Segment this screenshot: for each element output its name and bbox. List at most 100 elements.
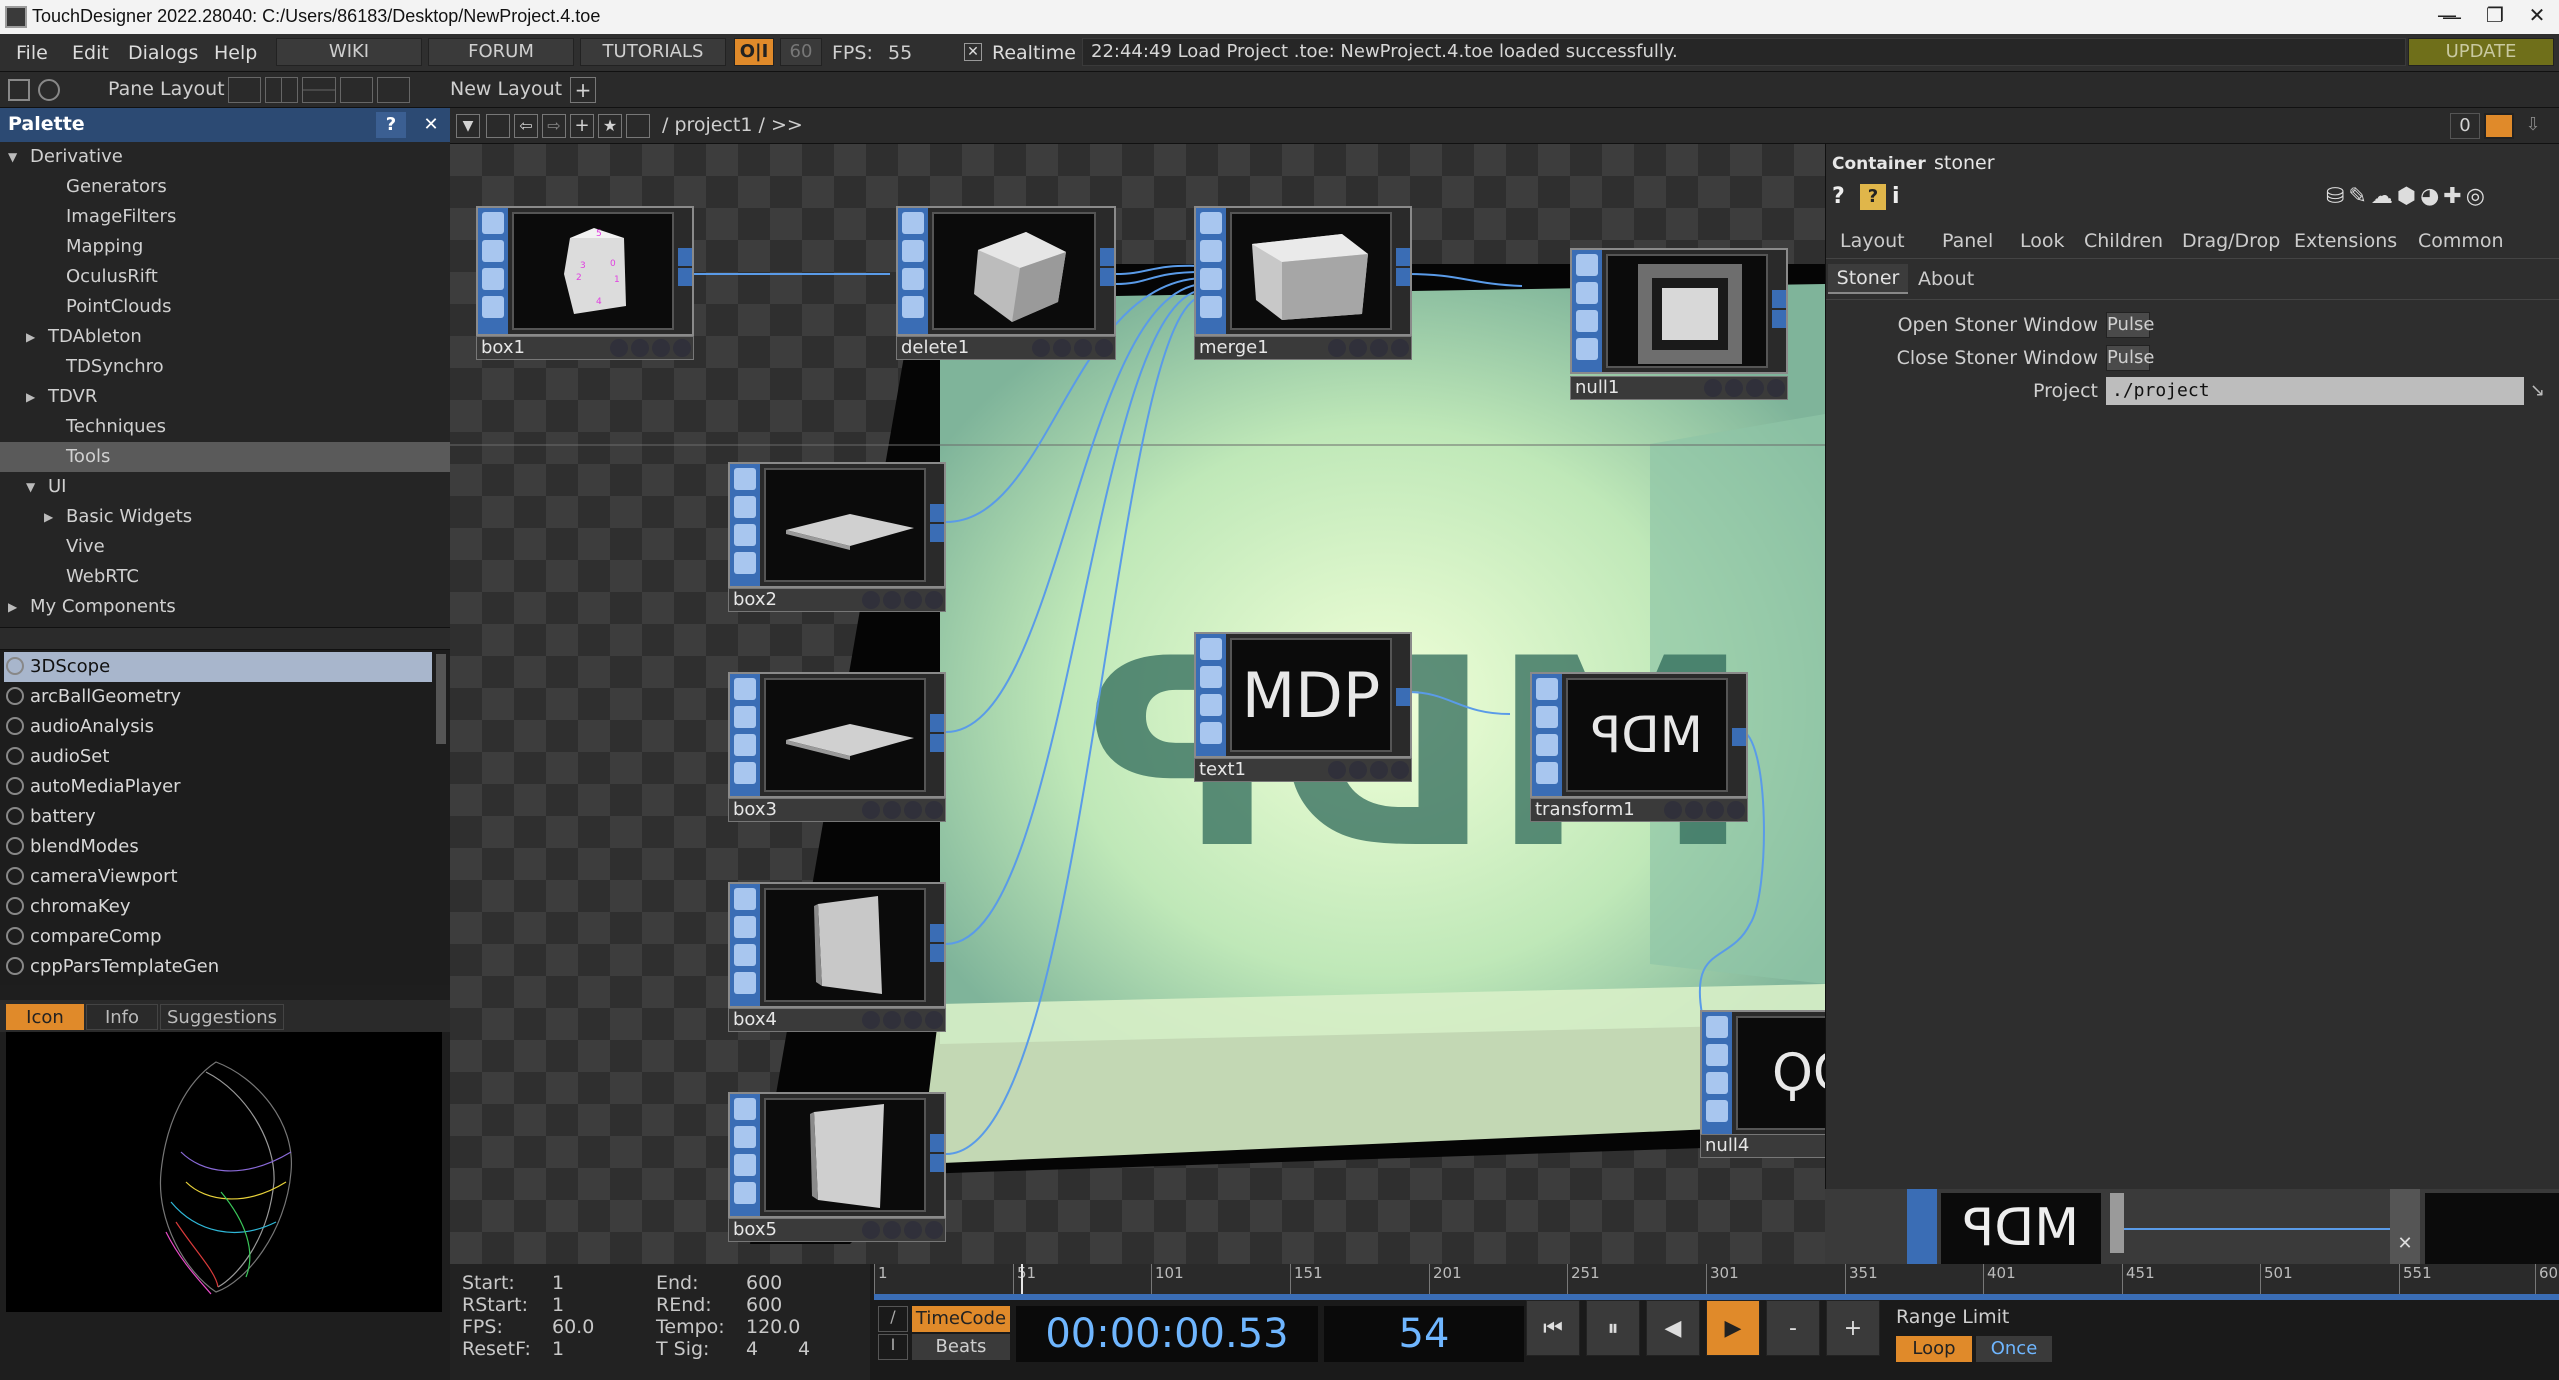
frame-display[interactable]: 54 <box>1324 1306 1524 1362</box>
tree-item-oculusrift[interactable]: OculusRift <box>0 262 450 292</box>
layout-preset-quad[interactable] <box>339 77 373 103</box>
tsig-denominator[interactable]: 4 <box>798 1338 810 1360</box>
help-icon[interactable]: ? <box>1832 184 1856 210</box>
stop-icon[interactable] <box>486 114 510 138</box>
node-label-box5[interactable]: box5 <box>728 1218 946 1242</box>
tsig-numerator[interactable]: 4 <box>746 1338 758 1360</box>
network-editor[interactable]: MDP 5 3 0 2 1 4 box1 delete1 merge1 null… <box>450 144 1825 1264</box>
resetf-value[interactable]: 1 <box>552 1338 564 1360</box>
tutorials-button[interactable]: TUTORIALS <box>580 38 726 66</box>
tab-extensions[interactable]: Extensions <box>2294 230 2397 252</box>
close-window-button[interactable]: ✕ <box>2517 3 2557 27</box>
tree-item-tdvr[interactable]: ▶ TDVR <box>0 382 450 412</box>
download-icon[interactable]: ⇩ <box>2518 113 2548 139</box>
node-merge1[interactable] <box>1194 206 1412 336</box>
tree-item-tdsynchro[interactable]: TDSynchro <box>0 352 450 382</box>
tree-item-webrtc[interactable]: WebRTC <box>0 562 450 592</box>
subtab-stoner[interactable]: Stoner <box>1828 264 1908 294</box>
perform-mode-button[interactable]: O|I <box>734 38 774 66</box>
once-button[interactable]: Once <box>1976 1336 2052 1362</box>
component-item[interactable]: cppParsTemplateGen <box>4 952 432 982</box>
pause-button[interactable]: ⏸ <box>1586 1300 1640 1356</box>
component-item[interactable]: audioAnalysis <box>4 712 432 742</box>
tab-panel[interactable]: Panel <box>1942 230 1993 252</box>
node-null4[interactable]: ϘС <box>1700 1010 1825 1136</box>
playhead-marker[interactable] <box>1021 1264 1023 1294</box>
tree-arrow-icon[interactable]: ▶ <box>44 502 53 532</box>
tree-item-tdableton[interactable]: ▶ TDAbleton <box>0 322 450 352</box>
tree-arrow-icon[interactable]: ▼ <box>8 142 17 172</box>
play-button[interactable]: ▶ <box>1706 1300 1760 1356</box>
node-box1[interactable]: 5 3 0 2 1 4 <box>476 206 694 336</box>
tab-children[interactable]: Children <box>2084 230 2163 252</box>
node-transform1[interactable]: MDP <box>1530 672 1748 798</box>
loop-button[interactable]: Loop <box>1896 1336 1972 1362</box>
component-list-scrollbar[interactable] <box>436 654 446 744</box>
tab-drag-drop[interactable]: Drag/Drop <box>2182 230 2280 252</box>
close-stoner-pulse-button[interactable]: Pulse <box>2106 345 2154 371</box>
rend-value[interactable]: 600 <box>746 1294 782 1316</box>
tree-arrow-icon[interactable]: ▶ <box>8 592 17 622</box>
component-item[interactable]: battery <box>4 802 432 832</box>
node-label-merge1[interactable]: merge1 <box>1194 336 1412 360</box>
rewind-button[interactable]: ⏮ <box>1526 1300 1580 1356</box>
node-label-null4[interactable]: null4 <box>1700 1134 1825 1158</box>
tree-item-derivative[interactable]: ▼ Derivative <box>0 142 450 172</box>
tree-item-my-components[interactable]: ▶ My Components <box>0 592 450 622</box>
palette-help-button[interactable]: ? <box>376 112 406 138</box>
back-arrow-icon[interactable]: ⇦ <box>514 114 538 138</box>
network-menu-icon[interactable]: ▼ <box>456 114 480 138</box>
node-label-box2[interactable]: box2 <box>728 588 946 612</box>
project-path-field[interactable]: ./project <box>2106 377 2524 405</box>
end-value[interactable]: 600 <box>746 1272 782 1294</box>
component-item[interactable]: compareComp <box>4 922 432 952</box>
forum-button[interactable]: FORUM <box>428 38 574 66</box>
tree-item-ui[interactable]: ▼ UI <box>0 472 450 502</box>
network-parent-icon[interactable] <box>626 114 650 138</box>
tree-item-pointclouds[interactable]: PointClouds <box>0 292 450 322</box>
node-box3[interactable] <box>728 672 946 798</box>
info-icon[interactable]: i <box>1892 184 1910 210</box>
component-item[interactable]: audioSet <box>4 742 432 772</box>
node-label-box4[interactable]: box4 <box>728 1008 946 1032</box>
tree-item-mapping[interactable]: Mapping <box>0 232 450 262</box>
timeline-ruler[interactable]: 151101151201251301351401451501551600 <box>874 1264 2559 1294</box>
forward-arrow-icon[interactable]: ⇨ <box>542 114 566 138</box>
beats-button[interactable]: Beats <box>912 1334 1010 1360</box>
timeline-fps-value[interactable]: 60.0 <box>552 1316 594 1338</box>
timecode-display[interactable]: 00:00:00.53 <box>1016 1306 1318 1362</box>
tree-item-generators[interactable]: Generators <box>0 172 450 202</box>
tab-look[interactable]: Look <box>2020 230 2065 252</box>
start-value[interactable]: 1 <box>552 1272 564 1294</box>
tree-arrow-icon[interactable]: ▶ <box>26 322 35 352</box>
component-item[interactable]: blendModes <box>4 832 432 862</box>
component-item[interactable]: 3DScope <box>4 652 432 682</box>
layout-preset-single[interactable] <box>228 77 262 103</box>
wiki-button[interactable]: WIKI <box>276 38 422 66</box>
tree-item-imagefilters[interactable]: ImageFilters <box>0 202 450 232</box>
tree-arrow-icon[interactable]: ▶ <box>26 382 35 412</box>
timecode-button[interactable]: TimeCode <box>912 1306 1010 1332</box>
bookmark-star-icon[interactable]: ★ <box>598 114 622 138</box>
palette-divider[interactable] <box>0 627 450 650</box>
node-box4[interactable] <box>728 882 946 1008</box>
step-minus-button[interactable]: - <box>1766 1300 1820 1356</box>
anchor-icon[interactable] <box>38 79 60 101</box>
tab-layout[interactable]: Layout <box>1840 230 1905 252</box>
tree-item-tools[interactable]: Tools <box>0 442 450 472</box>
node-label-text1[interactable]: text1 <box>1194 758 1412 782</box>
layout-preset-split-h[interactable] <box>302 77 336 103</box>
rstart-value[interactable]: 1 <box>552 1294 564 1316</box>
python-help-icon[interactable]: ? <box>1860 184 1886 210</box>
pane-view-icon[interactable] <box>8 79 30 101</box>
update-button[interactable]: UPDATE <box>2408 38 2554 66</box>
tempo-value[interactable]: 120.0 <box>746 1316 800 1338</box>
timecode-mode-icon[interactable]: / <box>878 1306 908 1332</box>
node-label-box1[interactable]: box1 <box>476 336 694 360</box>
node-label-null1[interactable]: null1 <box>1570 376 1788 400</box>
node-label-transform1[interactable]: transform1 <box>1530 798 1748 822</box>
tree-arrow-icon[interactable]: ▼ <box>26 472 35 502</box>
node-box5[interactable] <box>728 1092 946 1218</box>
fps-cap-field[interactable]: 60 <box>780 38 822 66</box>
menu-help[interactable]: Help <box>214 42 257 64</box>
